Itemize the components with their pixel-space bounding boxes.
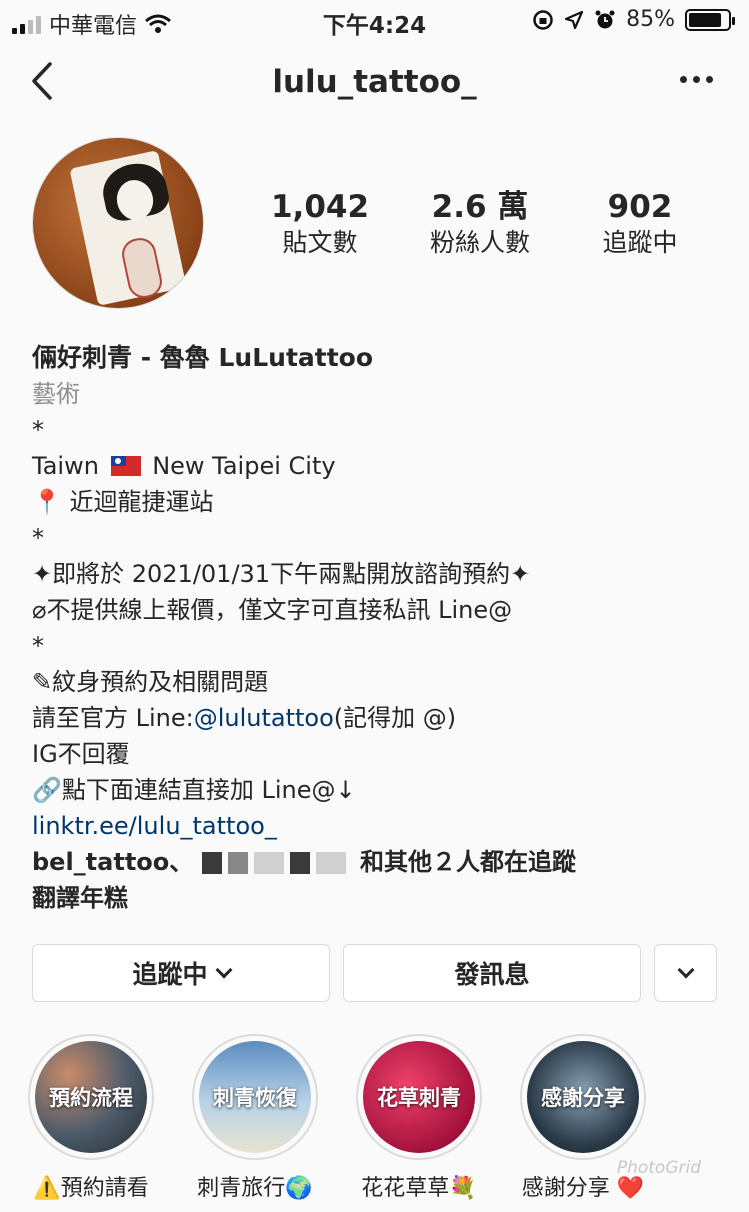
bio-location-country: Taiwn bbox=[32, 452, 99, 480]
followed-by-line[interactable]: bel_tattoo、 和其他２人都在追蹤 bbox=[32, 844, 722, 880]
following-button-label: 追蹤中 bbox=[132, 960, 208, 989]
following-count-value: 902 bbox=[607, 189, 673, 225]
highlight-cover: 感謝分享 bbox=[527, 1041, 639, 1153]
followed-by-tail: 和其他２人都在追蹤 bbox=[360, 848, 576, 876]
bio-link-note-line: 🔗點下面連結直接加 Line@↓ bbox=[32, 772, 722, 808]
alarm-icon bbox=[595, 10, 615, 28]
bio-announcement: ✦即將於 2021/01/31下午兩點開放諮詢預約✦ bbox=[32, 560, 531, 588]
bio-line-suffix: (記得加 @) bbox=[333, 704, 457, 732]
highlight-cover-text: 感謝分享 bbox=[541, 1086, 625, 1110]
bio-pin-text: 近迴龍捷運站 bbox=[69, 488, 214, 516]
redacted-block bbox=[227, 852, 248, 874]
location-arrow-icon bbox=[564, 10, 584, 29]
taiwan-flag-icon bbox=[110, 456, 141, 476]
bio-line-prefix: 請至官方 Line: bbox=[32, 704, 194, 732]
highlight-cover: 花草刺青 bbox=[363, 1041, 475, 1153]
battery-icon bbox=[685, 8, 735, 31]
posts-count-value: 1,042 bbox=[270, 189, 370, 225]
line-handle-link[interactable]: @lulutattoo bbox=[194, 704, 334, 732]
bio-link-note: 點下面連結直接加 Line@↓ bbox=[61, 776, 356, 804]
message-button-label: 發訊息 bbox=[454, 960, 530, 989]
redacted-block bbox=[315, 852, 346, 874]
followers-count-label: 粉絲人數 bbox=[429, 228, 530, 257]
rotation-lock-icon bbox=[533, 9, 553, 30]
highlight-label: ⚠️預約請看 bbox=[33, 1176, 149, 1201]
battery-percent: 85% bbox=[626, 7, 675, 32]
status-bar: 中華電信 下午4:24 85% bbox=[0, 0, 749, 40]
website-link[interactable]: linktr.ee/lulu_tattoo_ bbox=[32, 808, 722, 844]
bio-location-line: Taiwn New Taipei City bbox=[32, 448, 722, 484]
bio-booking: ✎紋身預約及相關問題 bbox=[32, 668, 269, 696]
bio-no-quote: ⌀不提供線上報價，僅文字可直接私訊 Line@ bbox=[32, 596, 513, 624]
profile-bio: 倆好刺青 - 魯魯 LuLutattoo 藝術 * Taiwn New Taip… bbox=[32, 340, 722, 916]
bio-separator: * bbox=[32, 632, 44, 660]
chevron-down-icon bbox=[215, 961, 232, 979]
redacted-block bbox=[289, 852, 310, 874]
bio-line-contact: 請至官方 Line:@lulutattoo(記得加 @) bbox=[32, 700, 722, 736]
bio-separator: * bbox=[32, 524, 44, 552]
following-count[interactable]: 902 追蹤中 bbox=[560, 188, 720, 260]
posts-count[interactable]: 1,042 貼文數 bbox=[240, 188, 400, 260]
following-count-label: 追蹤中 bbox=[602, 228, 678, 257]
highlight-item[interactable]: 刺青恢復 刺青旅行🌍 bbox=[190, 1034, 320, 1202]
watermark: PhotoGrid bbox=[616, 1158, 701, 1178]
translate-link[interactable]: 翻譯年糕 bbox=[32, 880, 722, 916]
highlight-cover: 刺青恢復 bbox=[199, 1041, 311, 1153]
highlight-label: 刺青旅行🌍 bbox=[197, 1176, 313, 1201]
pin-icon: 📍 bbox=[32, 488, 62, 516]
profile-stats: 1,042 貼文數 2.6 萬 粉絲人數 902 追蹤中 bbox=[240, 188, 720, 260]
bio-location-city: New Taipei City bbox=[152, 452, 336, 480]
highlight-cover-text: 刺青恢復 bbox=[213, 1086, 297, 1110]
highlight-cover: 預約流程 bbox=[35, 1041, 147, 1153]
bio-separator: * bbox=[32, 416, 44, 444]
display-name: 倆好刺青 - 魯魯 LuLutattoo bbox=[32, 343, 374, 372]
posts-count-label: 貼文數 bbox=[282, 228, 358, 257]
more-options-icon[interactable] bbox=[680, 66, 713, 93]
profile-nav-bar: lulu_tattoo_ bbox=[0, 46, 749, 118]
category-label: 藝術 bbox=[32, 380, 80, 408]
message-button[interactable]: 發訊息 bbox=[343, 944, 641, 1002]
highlight-item[interactable]: 花草刺青 花花草草💐 bbox=[354, 1034, 484, 1202]
highlight-item[interactable]: 預約流程 ⚠️預約請看 bbox=[26, 1034, 156, 1202]
profile-username-title: lulu_tattoo_ bbox=[272, 64, 477, 100]
followers-count[interactable]: 2.6 萬 粉絲人數 bbox=[400, 188, 560, 260]
suggested-accounts-button[interactable] bbox=[654, 944, 717, 1002]
highlight-cover-text: 預約流程 bbox=[49, 1086, 133, 1110]
link-chain-icon: 🔗 bbox=[32, 776, 62, 804]
redacted-block bbox=[201, 852, 222, 874]
chevron-down-icon bbox=[677, 961, 694, 979]
bio-pin-line: 📍 近迴龍捷運站 bbox=[32, 484, 722, 520]
profile-avatar[interactable] bbox=[32, 137, 204, 309]
redacted-block bbox=[253, 852, 284, 874]
highlight-cover-text: 花草刺青 bbox=[377, 1086, 461, 1110]
following-button[interactable]: 追蹤中 bbox=[32, 944, 330, 1002]
highlight-label: 花花草草💐 bbox=[361, 1176, 477, 1201]
followed-by-name: bel_tattoo bbox=[32, 848, 170, 876]
followed-by-separator: 、 bbox=[169, 848, 194, 876]
followers-count-value: 2.6 萬 bbox=[431, 189, 529, 225]
bio-ig-note: IG不回覆 bbox=[32, 740, 130, 768]
